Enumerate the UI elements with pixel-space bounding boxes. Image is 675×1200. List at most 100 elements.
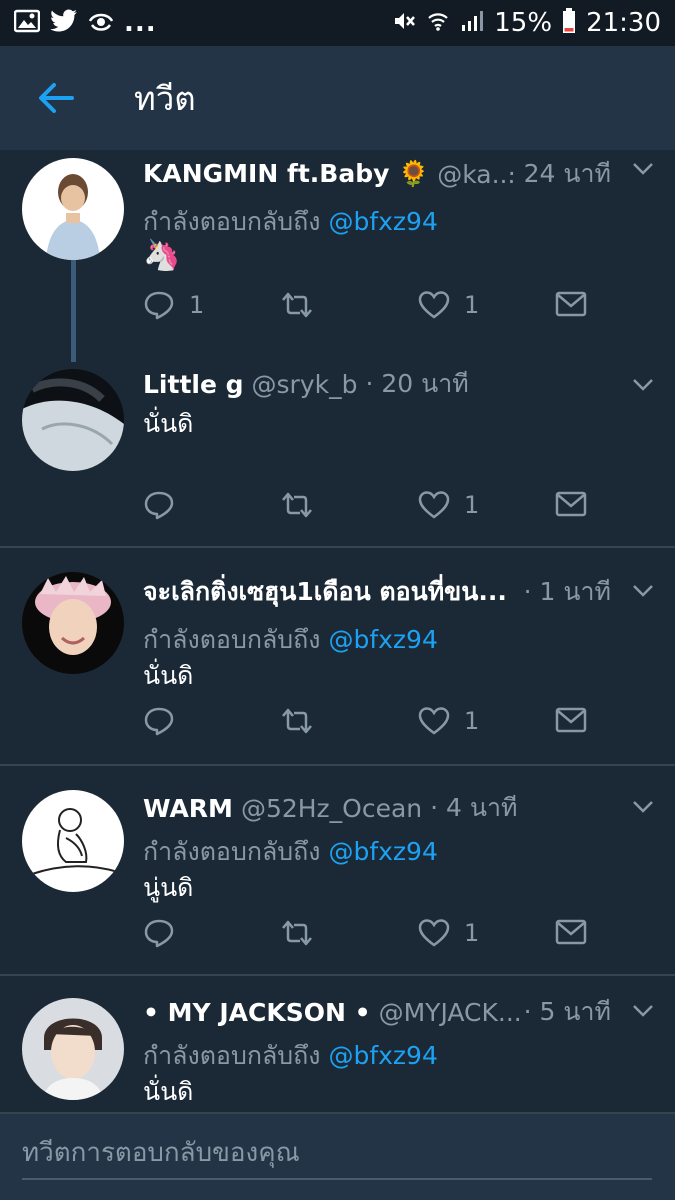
tweet[interactable]: Little g @sryk_b · 20 นาที นั่นดิ 1 xyxy=(0,350,675,548)
retweet-button[interactable] xyxy=(279,706,329,736)
reply-icon xyxy=(144,491,174,520)
reply-prefix: กำลังตอบกลับถึง xyxy=(143,625,321,654)
retweet-icon xyxy=(282,492,312,518)
like-count: 1 xyxy=(464,707,480,735)
reply-count: 1 xyxy=(189,291,205,319)
retweet-button[interactable] xyxy=(279,918,329,948)
tweet-actions: 1 xyxy=(143,706,613,746)
like-button[interactable]: 1 xyxy=(418,918,479,948)
share-button[interactable] xyxy=(555,706,587,734)
share-button[interactable] xyxy=(555,490,587,518)
tweet-text: นั่นดิ xyxy=(143,661,194,690)
reply-mention[interactable]: @bfxz94 xyxy=(328,207,437,236)
tweet-text: 🦄 xyxy=(143,238,181,273)
tweet-actions: 1 xyxy=(143,918,613,958)
username[interactable]: @sryk_b xyxy=(252,370,358,399)
tweet-header: จะเลิกติ่งเซฮุน1เดือน ตอนที่ขน... · 1 นา… xyxy=(143,572,675,612)
heart-icon xyxy=(418,291,450,319)
mute-icon xyxy=(392,9,416,37)
tweet[interactable]: จะเลิกติ่งเซฮุน1เดือน ตอนที่ขน... · 1 นา… xyxy=(0,548,675,766)
reply-context: กำลังตอบกลับถึง @bfxz94 xyxy=(143,1036,438,1076)
chevron-down-icon[interactable] xyxy=(631,158,655,182)
avatar[interactable] xyxy=(22,572,124,674)
retweet-icon xyxy=(282,292,312,318)
retweet-button[interactable] xyxy=(279,490,329,520)
reply-mention[interactable]: @bfxz94 xyxy=(328,837,437,866)
share-button[interactable] xyxy=(555,918,587,946)
signal-icon xyxy=(460,9,484,37)
like-button[interactable]: 1 xyxy=(418,290,479,320)
back-button[interactable] xyxy=(0,46,112,150)
heart-icon xyxy=(418,491,450,519)
back-arrow-icon xyxy=(39,83,74,113)
reply-prefix: กำลังตอบกลับถึง xyxy=(143,1041,321,1070)
tweet-header: KANGMIN ft.Baby 🌻 @ka... · 24 นาที xyxy=(143,154,675,194)
tweet[interactable]: KANGMIN ft.Baby 🌻 @ka... · 24 นาที กำลัง… xyxy=(0,150,675,350)
username[interactable]: @MYJACK... xyxy=(379,998,522,1027)
chevron-down-icon[interactable] xyxy=(631,796,655,820)
mail-icon xyxy=(555,291,587,317)
retweet-button[interactable] xyxy=(279,290,329,320)
wifi-icon xyxy=(426,9,450,37)
tweet-header: WARM @52Hz_Ocean · 4 นาที xyxy=(143,788,675,828)
status-bar: ... 15% 21:30 xyxy=(0,0,675,46)
avatar[interactable] xyxy=(22,790,124,892)
heart-icon xyxy=(418,919,450,947)
timestamp: · 20 นาที xyxy=(365,369,469,398)
chevron-down-icon[interactable] xyxy=(631,1000,655,1024)
display-name[interactable]: จะเลิกติ่งเซฮุน1เดือน ตอนที่ขน... xyxy=(143,572,507,612)
reply-icon xyxy=(144,707,174,736)
display-name[interactable]: KANGMIN ft.Baby 🌻 xyxy=(143,159,429,189)
share-button[interactable] xyxy=(555,290,587,318)
tweet[interactable]: • MY JACKSON • @MYJACK... · 5 นาที กำลัง… xyxy=(0,976,675,1112)
clock: 21:30 xyxy=(586,8,661,38)
tweet[interactable]: WARM @52Hz_Ocean · 4 นาที กำลังตอบกลับถึ… xyxy=(0,766,675,976)
mail-icon xyxy=(555,491,587,517)
twitter-bird-icon xyxy=(50,9,78,37)
chevron-down-icon[interactable] xyxy=(631,374,655,398)
chevron-down-icon[interactable] xyxy=(631,580,655,604)
tweet-actions: 1 xyxy=(143,490,613,530)
eye-app-icon xyxy=(88,9,114,37)
heart-icon xyxy=(418,707,450,735)
retweet-icon xyxy=(282,708,312,734)
like-count: 1 xyxy=(464,919,480,947)
reply-input[interactable] xyxy=(22,1128,652,1180)
mail-icon xyxy=(555,707,587,733)
reply-icon xyxy=(144,919,174,948)
timestamp: · 24 นาที xyxy=(507,159,611,188)
like-button[interactable]: 1 xyxy=(418,490,479,520)
tweet-feed[interactable]: KANGMIN ft.Baby 🌻 @ka... · 24 นาที กำลัง… xyxy=(0,150,675,1112)
username[interactable]: @ka... xyxy=(437,160,515,189)
reply-button[interactable] xyxy=(143,706,189,736)
display-name[interactable]: WARM xyxy=(143,794,233,823)
tweet-text: นั่นดิ xyxy=(143,1077,194,1106)
reply-button[interactable] xyxy=(143,918,189,948)
timestamp: · 4 นาที xyxy=(430,793,518,822)
status-bar-right: 15% 21:30 xyxy=(392,8,661,38)
retweet-icon xyxy=(282,920,312,946)
avatar[interactable] xyxy=(22,369,124,471)
reply-context: กำลังตอบกลับถึง @bfxz94 xyxy=(143,620,438,660)
reply-mention[interactable]: @bfxz94 xyxy=(328,1041,437,1070)
reply-mention[interactable]: @bfxz94 xyxy=(328,625,437,654)
page-title: ทวีต xyxy=(134,78,196,118)
like-count: 1 xyxy=(464,491,480,519)
tweet-header: • MY JACKSON • @MYJACK... · 5 นาที xyxy=(143,992,675,1032)
tweet-header: Little g @sryk_b · 20 นาที xyxy=(143,364,675,404)
avatar[interactable] xyxy=(22,998,124,1100)
like-button[interactable]: 1 xyxy=(418,706,479,736)
timestamp: · 5 นาที xyxy=(523,997,611,1026)
reply-button[interactable] xyxy=(143,490,189,520)
display-name[interactable]: Little g xyxy=(143,370,244,399)
display-name[interactable]: • MY JACKSON • xyxy=(143,998,371,1027)
reply-context: กำลังตอบกลับถึง @bfxz94 xyxy=(143,832,438,872)
reply-icon xyxy=(144,291,174,320)
app-bar: ทวีต xyxy=(0,46,675,150)
mail-icon xyxy=(555,919,587,945)
username[interactable]: @52Hz_Ocean xyxy=(241,794,422,823)
reply-button[interactable]: 1 xyxy=(143,290,204,320)
tweet-actions: 1 1 xyxy=(143,290,613,330)
gallery-icon xyxy=(13,9,41,37)
avatar[interactable] xyxy=(22,158,124,260)
